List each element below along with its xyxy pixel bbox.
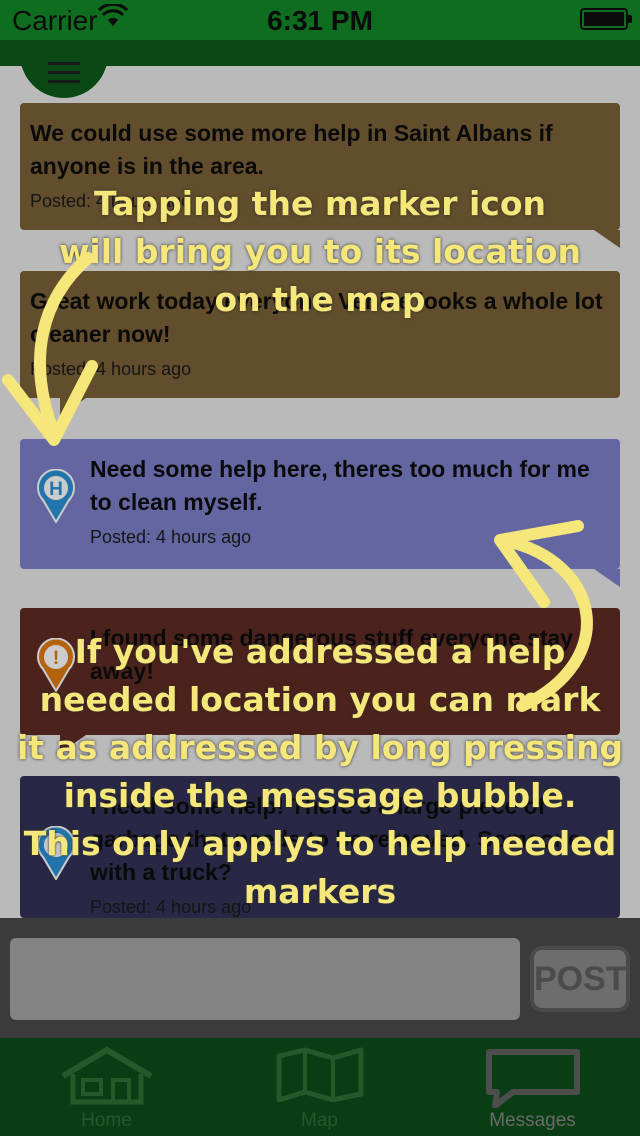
message-composer: POST <box>0 918 640 1038</box>
tab-label: Home <box>81 1110 132 1131</box>
tab-home[interactable]: Home <box>0 1038 213 1136</box>
tab-messages[interactable]: Messages <box>426 1038 639 1136</box>
arrow-to-marker <box>34 252 94 434</box>
tab-label: Map <box>301 1110 338 1131</box>
home-icon <box>60 1046 153 1105</box>
message-input[interactable] <box>10 938 520 1020</box>
map-icon <box>276 1047 363 1102</box>
messages-icon <box>485 1049 580 1108</box>
tab-map[interactable]: Map <box>213 1038 426 1136</box>
tab-bar: Home Map Messages <box>0 1038 640 1136</box>
tab-label: Messages <box>489 1110 576 1131</box>
post-button[interactable]: POST <box>530 946 630 1012</box>
